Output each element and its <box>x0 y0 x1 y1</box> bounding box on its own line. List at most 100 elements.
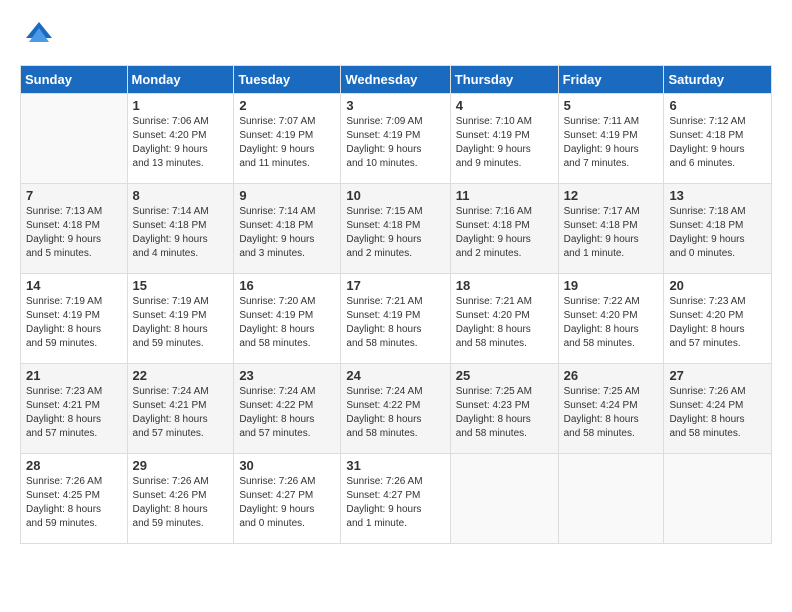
day-number: 24 <box>346 368 444 383</box>
day-info: Sunrise: 7:09 AM Sunset: 4:19 PM Dayligh… <box>346 115 444 171</box>
calendar-header-row: SundayMondayTuesdayWednesdayThursdayFrid… <box>21 66 772 94</box>
calendar-day-cell: 23 Sunrise: 7:24 AM Sunset: 4:22 PM Dayli… <box>234 364 341 454</box>
day-info: Sunrise: 7:21 AM Sunset: 4:19 PM Dayligh… <box>346 295 444 351</box>
day-number: 25 <box>456 368 553 383</box>
day-info: Sunrise: 7:25 AM Sunset: 4:24 PM Dayligh… <box>564 385 659 441</box>
calendar-day-cell <box>450 454 558 544</box>
calendar-day-cell: 30 Sunrise: 7:26 AM Sunset: 4:27 PM Dayli… <box>234 454 341 544</box>
day-number: 10 <box>346 188 444 203</box>
day-info: Sunrise: 7:19 AM Sunset: 4:19 PM Dayligh… <box>26 295 122 351</box>
day-number: 20 <box>669 278 766 293</box>
calendar-day-header: Thursday <box>450 66 558 94</box>
day-number: 9 <box>239 188 335 203</box>
calendar-day-cell: 22 Sunrise: 7:24 AM Sunset: 4:21 PM Dayli… <box>127 364 234 454</box>
calendar-day-header: Tuesday <box>234 66 341 94</box>
day-info: Sunrise: 7:18 AM Sunset: 4:18 PM Dayligh… <box>669 205 766 261</box>
calendar-day-cell: 26 Sunrise: 7:25 AM Sunset: 4:24 PM Dayli… <box>558 364 664 454</box>
calendar-day-header: Sunday <box>21 66 128 94</box>
day-info: Sunrise: 7:16 AM Sunset: 4:18 PM Dayligh… <box>456 205 553 261</box>
calendar-day-cell: 5 Sunrise: 7:11 AM Sunset: 4:19 PM Daylig… <box>558 94 664 184</box>
day-info: Sunrise: 7:23 AM Sunset: 4:21 PM Dayligh… <box>26 385 122 441</box>
calendar-day-header: Monday <box>127 66 234 94</box>
day-number: 18 <box>456 278 553 293</box>
day-info: Sunrise: 7:20 AM Sunset: 4:19 PM Dayligh… <box>239 295 335 351</box>
calendar-day-cell: 13 Sunrise: 7:18 AM Sunset: 4:18 PM Dayli… <box>664 184 772 274</box>
day-number: 19 <box>564 278 659 293</box>
day-info: Sunrise: 7:24 AM Sunset: 4:21 PM Dayligh… <box>133 385 229 441</box>
day-number: 21 <box>26 368 122 383</box>
day-info: Sunrise: 7:07 AM Sunset: 4:19 PM Dayligh… <box>239 115 335 171</box>
day-number: 1 <box>133 98 229 113</box>
day-number: 22 <box>133 368 229 383</box>
day-number: 30 <box>239 458 335 473</box>
calendar-day-cell: 1 Sunrise: 7:06 AM Sunset: 4:20 PM Daylig… <box>127 94 234 184</box>
day-number: 13 <box>669 188 766 203</box>
calendar-week-row: 28Sunrise: 7:26 AM Sunset: 4:25 PM Dayli… <box>21 454 772 544</box>
day-info: Sunrise: 7:26 AM Sunset: 4:27 PM Dayligh… <box>239 475 335 531</box>
calendar-day-cell: 16Sunrise: 7:20 AM Sunset: 4:19 PM Dayli… <box>234 274 341 364</box>
calendar-week-row: 14 Sunrise: 7:19 AM Sunset: 4:19 PM Dayli… <box>21 274 772 364</box>
calendar-day-cell: 14 Sunrise: 7:19 AM Sunset: 4:19 PM Dayli… <box>21 274 128 364</box>
calendar-day-cell <box>558 454 664 544</box>
day-info: Sunrise: 7:10 AM Sunset: 4:19 PM Dayligh… <box>456 115 553 171</box>
calendar-day-cell <box>21 94 128 184</box>
day-number: 29 <box>133 458 229 473</box>
day-number: 15 <box>133 278 229 293</box>
calendar-day-cell: 24 Sunrise: 7:24 AM Sunset: 4:22 PM Dayli… <box>341 364 450 454</box>
day-info: Sunrise: 7:14 AM Sunset: 4:18 PM Dayligh… <box>133 205 229 261</box>
calendar-day-cell: 7 Sunrise: 7:13 AM Sunset: 4:18 PM Daylig… <box>21 184 128 274</box>
calendar-day-cell: 18 Sunrise: 7:21 AM Sunset: 4:20 PM Dayli… <box>450 274 558 364</box>
day-number: 4 <box>456 98 553 113</box>
calendar-week-row: 1 Sunrise: 7:06 AM Sunset: 4:20 PM Daylig… <box>21 94 772 184</box>
day-number: 14 <box>26 278 122 293</box>
day-number: 27 <box>669 368 766 383</box>
calendar-day-cell <box>664 454 772 544</box>
day-number: 2 <box>239 98 335 113</box>
logo-icon <box>24 20 54 50</box>
day-info: Sunrise: 7:06 AM Sunset: 4:20 PM Dayligh… <box>133 115 229 171</box>
calendar-day-cell: 2 Sunrise: 7:07 AM Sunset: 4:19 PM Daylig… <box>234 94 341 184</box>
logo <box>20 20 54 55</box>
day-info: Sunrise: 7:26 AM Sunset: 4:26 PM Dayligh… <box>133 475 229 531</box>
day-number: 6 <box>669 98 766 113</box>
calendar-day-cell: 3Sunrise: 7:09 AM Sunset: 4:19 PM Daylig… <box>341 94 450 184</box>
day-info: Sunrise: 7:19 AM Sunset: 4:19 PM Dayligh… <box>133 295 229 351</box>
calendar-table: SundayMondayTuesdayWednesdayThursdayFrid… <box>20 65 772 544</box>
calendar-day-cell: 10Sunrise: 7:15 AM Sunset: 4:18 PM Dayli… <box>341 184 450 274</box>
calendar-day-cell: 29 Sunrise: 7:26 AM Sunset: 4:26 PM Dayli… <box>127 454 234 544</box>
calendar-week-row: 7 Sunrise: 7:13 AM Sunset: 4:18 PM Daylig… <box>21 184 772 274</box>
day-number: 31 <box>346 458 444 473</box>
calendar-day-cell: 4 Sunrise: 7:10 AM Sunset: 4:19 PM Daylig… <box>450 94 558 184</box>
day-info: Sunrise: 7:23 AM Sunset: 4:20 PM Dayligh… <box>669 295 766 351</box>
day-info: Sunrise: 7:25 AM Sunset: 4:23 PM Dayligh… <box>456 385 553 441</box>
calendar-day-cell: 21 Sunrise: 7:23 AM Sunset: 4:21 PM Dayli… <box>21 364 128 454</box>
day-info: Sunrise: 7:13 AM Sunset: 4:18 PM Dayligh… <box>26 205 122 261</box>
calendar-day-cell: 8 Sunrise: 7:14 AM Sunset: 4:18 PM Daylig… <box>127 184 234 274</box>
calendar-day-header: Friday <box>558 66 664 94</box>
day-info: Sunrise: 7:21 AM Sunset: 4:20 PM Dayligh… <box>456 295 553 351</box>
day-number: 26 <box>564 368 659 383</box>
day-info: Sunrise: 7:17 AM Sunset: 4:18 PM Dayligh… <box>564 205 659 261</box>
calendar-day-cell: 17Sunrise: 7:21 AM Sunset: 4:19 PM Dayli… <box>341 274 450 364</box>
day-info: Sunrise: 7:11 AM Sunset: 4:19 PM Dayligh… <box>564 115 659 171</box>
calendar-day-cell: 6Sunrise: 7:12 AM Sunset: 4:18 PM Daylig… <box>664 94 772 184</box>
day-number: 8 <box>133 188 229 203</box>
day-info: Sunrise: 7:22 AM Sunset: 4:20 PM Dayligh… <box>564 295 659 351</box>
day-info: Sunrise: 7:14 AM Sunset: 4:18 PM Dayligh… <box>239 205 335 261</box>
calendar-day-cell: 27Sunrise: 7:26 AM Sunset: 4:24 PM Dayli… <box>664 364 772 454</box>
calendar-day-cell: 11Sunrise: 7:16 AM Sunset: 4:18 PM Dayli… <box>450 184 558 274</box>
day-number: 5 <box>564 98 659 113</box>
calendar-day-cell: 31Sunrise: 7:26 AM Sunset: 4:27 PM Dayli… <box>341 454 450 544</box>
calendar-day-header: Saturday <box>664 66 772 94</box>
day-number: 12 <box>564 188 659 203</box>
calendar-day-cell: 12 Sunrise: 7:17 AM Sunset: 4:18 PM Dayli… <box>558 184 664 274</box>
calendar-week-row: 21 Sunrise: 7:23 AM Sunset: 4:21 PM Dayli… <box>21 364 772 454</box>
day-info: Sunrise: 7:24 AM Sunset: 4:22 PM Dayligh… <box>346 385 444 441</box>
calendar-day-cell: 19 Sunrise: 7:22 AM Sunset: 4:20 PM Dayli… <box>558 274 664 364</box>
calendar-day-cell: 25 Sunrise: 7:25 AM Sunset: 4:23 PM Dayli… <box>450 364 558 454</box>
page-header <box>20 20 772 55</box>
day-number: 7 <box>26 188 122 203</box>
day-number: 23 <box>239 368 335 383</box>
day-info: Sunrise: 7:26 AM Sunset: 4:25 PM Dayligh… <box>26 475 122 531</box>
day-info: Sunrise: 7:24 AM Sunset: 4:22 PM Dayligh… <box>239 385 335 441</box>
